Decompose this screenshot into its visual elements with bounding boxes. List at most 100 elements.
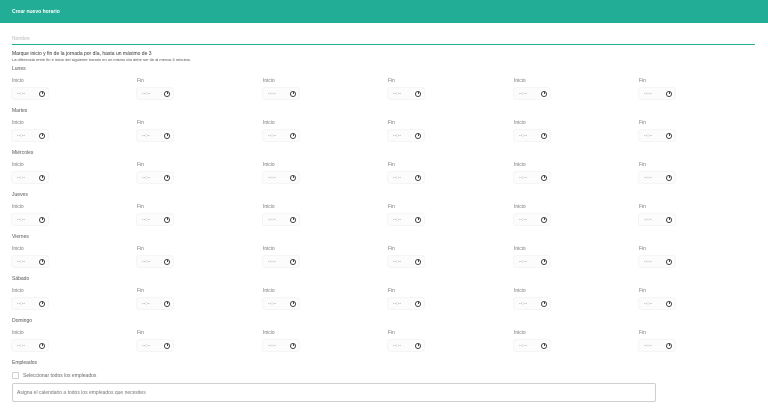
clock-icon[interactable] [39, 90, 45, 97]
start-time-input[interactable]: --:-- [263, 130, 299, 141]
end-time-input[interactable]: --:-- [639, 214, 675, 225]
clock-icon[interactable] [290, 216, 296, 223]
start-time-input[interactable]: --:-- [12, 298, 48, 309]
clock-icon[interactable] [39, 300, 45, 307]
end-time-input[interactable]: --:-- [137, 256, 173, 267]
end-time-input[interactable]: --:-- [388, 130, 424, 141]
clock-icon[interactable] [541, 90, 547, 97]
clock-icon[interactable] [39, 342, 45, 349]
clock-icon[interactable] [164, 258, 170, 265]
end-time-input[interactable]: --:-- [388, 298, 424, 309]
end-time-slot: Fin --:-- [388, 78, 448, 99]
start-time-input[interactable]: --:-- [263, 298, 299, 309]
start-time-input[interactable]: --:-- [12, 214, 48, 225]
name-input[interactable]: Nombre [12, 35, 755, 45]
end-time-input[interactable]: --:-- [137, 340, 173, 351]
start-time-slot: Inicio --:-- [514, 204, 574, 225]
end-time-input[interactable]: --:-- [639, 298, 675, 309]
start-time-input[interactable]: --:-- [514, 214, 550, 225]
day-block: Viernes Inicio --:-- Fin --:-- Inicio --:-- Fin… [12, 230, 756, 272]
end-time-input[interactable]: --:-- [137, 298, 173, 309]
end-time-input[interactable]: --:-- [388, 340, 424, 351]
clock-icon[interactable] [39, 258, 45, 265]
time-value: --:-- [17, 175, 26, 180]
end-time-input[interactable]: --:-- [388, 214, 424, 225]
clock-icon[interactable] [666, 216, 672, 223]
clock-icon[interactable] [666, 300, 672, 307]
end-time-input[interactable]: --:-- [137, 88, 173, 99]
select-all-checkbox[interactable] [12, 372, 19, 379]
clock-icon[interactable] [541, 342, 547, 349]
end-time-input[interactable]: --:-- [639, 172, 675, 183]
start-time-input[interactable]: --:-- [263, 172, 299, 183]
clock-icon[interactable] [415, 216, 421, 223]
end-time-input[interactable]: --:-- [388, 172, 424, 183]
clock-icon[interactable] [415, 342, 421, 349]
dialog-title: Crear nuevo horario [12, 8, 60, 15]
end-time-input[interactable]: --:-- [137, 130, 173, 141]
clock-icon[interactable] [39, 174, 45, 181]
start-time-slot: Inicio --:-- [12, 162, 72, 183]
clock-icon[interactable] [666, 132, 672, 139]
end-label: Fin [639, 330, 646, 336]
end-time-input[interactable]: --:-- [388, 88, 424, 99]
start-time-input[interactable]: --:-- [263, 214, 299, 225]
clock-icon[interactable] [39, 132, 45, 139]
clock-icon[interactable] [290, 342, 296, 349]
clock-icon[interactable] [541, 132, 547, 139]
start-time-input[interactable]: --:-- [514, 172, 550, 183]
start-time-input[interactable]: --:-- [263, 88, 299, 99]
select-all-row[interactable]: Seleccionar todos los empleados [12, 372, 756, 379]
start-time-input[interactable]: --:-- [514, 256, 550, 267]
clock-icon[interactable] [666, 342, 672, 349]
clock-icon[interactable] [415, 90, 421, 97]
end-label: Fin [388, 162, 395, 168]
clock-icon[interactable] [666, 258, 672, 265]
end-time-input[interactable]: --:-- [639, 88, 675, 99]
start-time-input[interactable]: --:-- [263, 256, 299, 267]
clock-icon[interactable] [415, 258, 421, 265]
clock-icon[interactable] [666, 174, 672, 181]
start-time-input[interactable]: --:-- [12, 256, 48, 267]
start-time-input[interactable]: --:-- [514, 88, 550, 99]
clock-icon[interactable] [164, 342, 170, 349]
start-time-input[interactable]: --:-- [514, 130, 550, 141]
clock-icon[interactable] [666, 90, 672, 97]
end-time-input[interactable]: --:-- [639, 256, 675, 267]
end-time-input[interactable]: --:-- [137, 214, 173, 225]
assign-employees-input[interactable] [12, 383, 656, 402]
clock-icon[interactable] [290, 174, 296, 181]
start-time-input[interactable]: --:-- [12, 88, 48, 99]
clock-icon[interactable] [290, 90, 296, 97]
clock-icon[interactable] [290, 258, 296, 265]
clock-icon[interactable] [164, 300, 170, 307]
clock-icon[interactable] [164, 90, 170, 97]
clock-icon[interactable] [541, 174, 547, 181]
clock-icon[interactable] [164, 216, 170, 223]
clock-icon[interactable] [164, 174, 170, 181]
clock-icon[interactable] [290, 300, 296, 307]
start-time-input[interactable]: --:-- [12, 340, 48, 351]
end-time-input[interactable]: --:-- [639, 340, 675, 351]
clock-icon[interactable] [39, 216, 45, 223]
time-value: --:-- [142, 301, 151, 306]
start-time-input[interactable]: --:-- [12, 172, 48, 183]
clock-icon[interactable] [415, 300, 421, 307]
start-time-input[interactable]: --:-- [263, 340, 299, 351]
clock-icon[interactable] [290, 132, 296, 139]
end-time-input[interactable]: --:-- [137, 172, 173, 183]
clock-icon[interactable] [415, 132, 421, 139]
start-label: Inicio [514, 78, 526, 84]
start-time-input[interactable]: --:-- [514, 298, 550, 309]
start-time-input[interactable]: --:-- [514, 340, 550, 351]
clock-icon[interactable] [164, 132, 170, 139]
days-container: Lunes Inicio --:-- Fin --:-- Inicio --:-- Fin --… [12, 62, 756, 356]
start-time-input[interactable]: --:-- [12, 130, 48, 141]
clock-icon[interactable] [541, 216, 547, 223]
clock-icon[interactable] [541, 258, 547, 265]
time-value: --:-- [519, 91, 528, 96]
clock-icon[interactable] [541, 300, 547, 307]
end-time-input[interactable]: --:-- [388, 256, 424, 267]
end-time-input[interactable]: --:-- [639, 130, 675, 141]
clock-icon[interactable] [415, 174, 421, 181]
